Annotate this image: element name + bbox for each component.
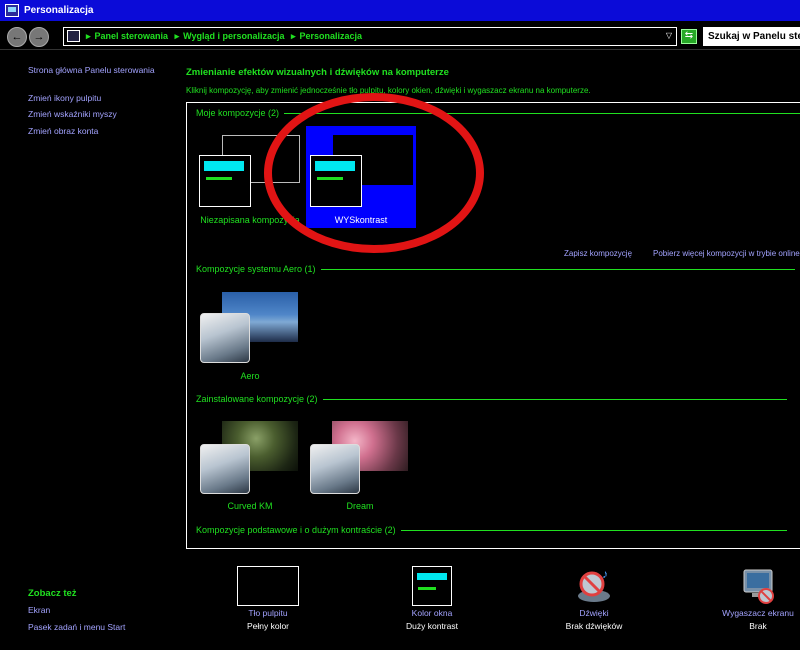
control-panel-icon [5, 4, 19, 17]
theme-label: WYSkontrast [334, 215, 388, 225]
window-color-icon [412, 566, 452, 606]
setting-value: Pełny kolor [246, 621, 290, 631]
sidebar-link-mouse-pointers[interactable]: Zmień wskaźniki myszy [28, 109, 117, 119]
navigation-bar: ← → ▸ Panel sterowania ▸ Wygląd i personal… [0, 23, 800, 50]
get-more-themes-link[interactable]: Pobierz więcej kompozycji w trybie onlin… [653, 249, 800, 258]
theme-label: Niezapisana kompozycja [200, 215, 300, 225]
control-panel-icon [67, 30, 80, 42]
group-header-installed-themes[interactable]: Zainstalowane kompozycje (2) [196, 394, 787, 404]
desktop-background-icon [237, 566, 299, 606]
sidebar-link-account-picture[interactable]: Zmień obraz konta [28, 126, 98, 136]
sidebar: Strona główna Panelu sterowania Zmień ik… [0, 51, 178, 650]
address-bar[interactable]: ▸ Panel sterowania ▸ Wygląd i personalizac… [63, 27, 677, 46]
theme-label: Dream [346, 501, 374, 511]
window-preview-icon [310, 155, 362, 207]
sidebar-link-display[interactable]: Ekran [28, 605, 50, 615]
setting-value: Brak dźwięków [565, 621, 623, 631]
glass-window-icon [310, 444, 360, 494]
sounds-icon: ♪ [574, 566, 614, 606]
forward-button[interactable]: → [29, 27, 49, 47]
screensaver-setting[interactable]: Wygaszacz ekranu Brak [698, 566, 800, 631]
window-title: Personalizacja [24, 5, 94, 16]
group-header-basic-contrast-themes[interactable]: Kompozycje podstawowe i o dużym kontraśc… [196, 525, 787, 535]
sidebar-link-taskbar[interactable]: Pasek zadań i menu Start [28, 622, 125, 632]
page-title: Zmienianie efektów wizualnych i dźwięków… [186, 67, 449, 78]
setting-label: Wygaszacz ekranu [722, 608, 794, 618]
sounds-setting[interactable]: ♪ Dźwięki Brak dźwięków [534, 566, 654, 631]
save-theme-link[interactable]: Zapisz kompozycję [564, 249, 632, 258]
window-preview-icon [199, 155, 251, 207]
theme-label: Aero [240, 371, 260, 381]
sidebar-link-home[interactable]: Strona główna Panelu sterowania [28, 65, 155, 75]
svg-text:♪: ♪ [602, 567, 608, 581]
breadcrumb: ▸ Panel sterowania ▸ Wygląd i personalizac… [86, 31, 363, 41]
back-button[interactable]: ← [7, 27, 27, 47]
sidebar-link-desktop-icons[interactable]: Zmień ikony pulpitu [28, 93, 101, 103]
group-header-aero-themes[interactable]: Kompozycje systemu Aero (1) [196, 264, 795, 274]
glass-window-icon [200, 313, 250, 363]
setting-label: Tło pulpitu [248, 608, 288, 618]
chevron-down-icon[interactable]: ▽ [666, 31, 672, 40]
setting-value: Duży kontrast [406, 621, 458, 631]
refresh-button[interactable]: ⇆ [681, 29, 697, 44]
desktop-background-setting[interactable]: Tło pulpitu Pełny kolor [208, 566, 328, 631]
screensaver-icon [738, 566, 778, 606]
breadcrumb-item[interactable]: Personalizacja [300, 31, 363, 41]
setting-label: Kolor okna [411, 608, 453, 618]
theme-label: Curved KM [227, 501, 273, 511]
group-header-my-themes[interactable]: Moje kompozycje (2) [196, 108, 800, 118]
search-input[interactable]: Szukaj w Panelu sterowania [703, 27, 800, 46]
glass-window-icon [200, 444, 250, 494]
breadcrumb-item[interactable]: Panel sterowania [95, 31, 169, 41]
breadcrumb-item[interactable]: Wygląd i personalizacja [183, 31, 284, 41]
see-also-heading: Zobacz też [28, 588, 77, 599]
window-color-setting[interactable]: Kolor okna Duży kontrast [372, 566, 492, 631]
setting-value: Brak [749, 621, 767, 631]
title-bar: Personalizacja [0, 0, 800, 22]
page-description: Kliknij kompozycję, aby zmienić jednocze… [186, 86, 591, 95]
setting-label: Dźwięki [579, 608, 609, 618]
